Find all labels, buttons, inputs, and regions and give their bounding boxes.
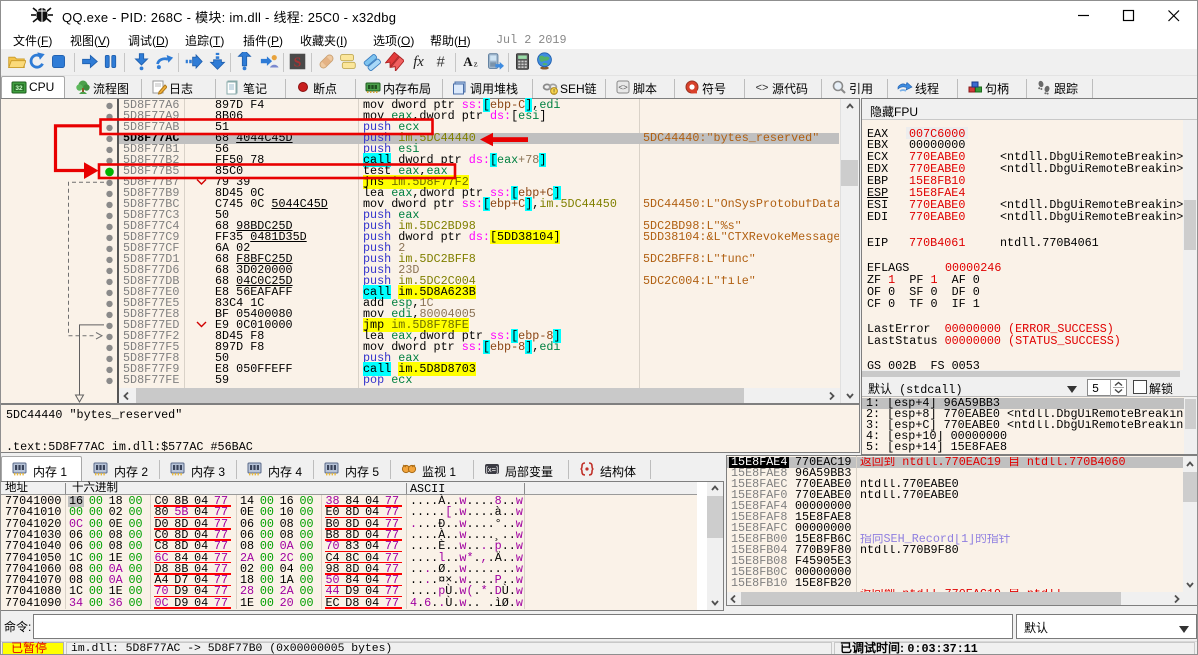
svg-text:S: S: [293, 55, 301, 70]
svg-text:[x=]: [x=]: [486, 465, 498, 474]
svg-text:fx: fx: [413, 54, 424, 70]
svg-text:z: z: [473, 59, 477, 69]
svg-text:32: 32: [15, 85, 23, 92]
svg-text:#: #: [436, 55, 445, 71]
svg-text:!: !: [553, 89, 555, 95]
svg-text:<>: <>: [618, 83, 628, 92]
svg-text:<>: <>: [756, 82, 769, 94]
svg-text:A: A: [463, 54, 473, 69]
